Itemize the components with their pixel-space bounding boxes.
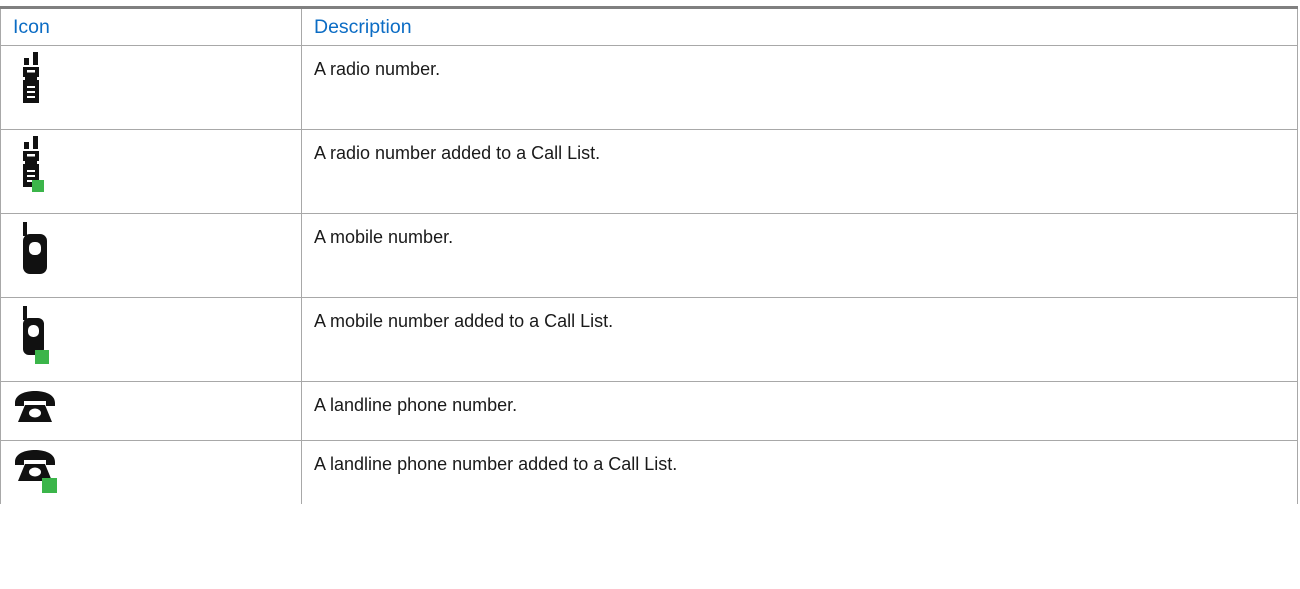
- call-list-badge-icon: [42, 478, 57, 493]
- description-cell: A mobile number added to a Call List.: [301, 297, 1298, 382]
- column-header-icon-label: Icon: [13, 15, 50, 38]
- description-cell: A landline phone number.: [301, 381, 1298, 441]
- description-cell: A radio number added to a Call List.: [301, 129, 1298, 214]
- column-header-icon: Icon: [0, 7, 302, 46]
- call-list-badge-icon: [35, 350, 49, 364]
- column-header-description-label: Description: [314, 15, 412, 38]
- description-cell: A radio number.: [301, 45, 1298, 130]
- description-text: A landline phone number.: [314, 395, 518, 415]
- radio-icon: [13, 52, 289, 108]
- table: Icon Description A radio number. A radio…: [0, 6, 1298, 504]
- mobile-phone-icon: [13, 304, 289, 366]
- radio-icon: [13, 136, 289, 194]
- landline-phone-icon: [13, 447, 289, 497]
- column-header-description: Description: [301, 7, 1298, 46]
- icon-cell: [0, 297, 302, 382]
- description-text: A mobile number.: [314, 227, 454, 247]
- icon-description-table: Icon Description A radio number. A radio…: [0, 6, 1300, 589]
- landline-phone-icon: [13, 388, 289, 428]
- icon-cell: [0, 440, 302, 504]
- table-row: A mobile number.: [0, 213, 1298, 298]
- table-row: A landline phone number.: [0, 381, 1298, 441]
- table-row: A mobile number added to a Call List.: [0, 297, 1298, 382]
- call-list-badge-icon: [32, 180, 44, 192]
- description-text: A radio number added to a Call List.: [314, 143, 601, 163]
- table-row: A radio number.: [0, 45, 1298, 130]
- description-cell: A landline phone number added to a Call …: [301, 440, 1298, 504]
- description-text: A radio number.: [314, 59, 441, 79]
- icon-cell: [0, 129, 302, 214]
- description-text: A landline phone number added to a Call …: [314, 454, 678, 474]
- icon-cell: [0, 213, 302, 298]
- table-header-row: Icon Description: [0, 7, 1298, 46]
- description-text: A mobile number added to a Call List.: [314, 311, 614, 331]
- icon-cell: [0, 45, 302, 130]
- mobile-phone-icon: [13, 220, 289, 278]
- description-cell: A mobile number.: [301, 213, 1298, 298]
- table-row: A radio number added to a Call List.: [0, 129, 1298, 214]
- table-row: A landline phone number added to a Call …: [0, 440, 1298, 504]
- icon-cell: [0, 381, 302, 441]
